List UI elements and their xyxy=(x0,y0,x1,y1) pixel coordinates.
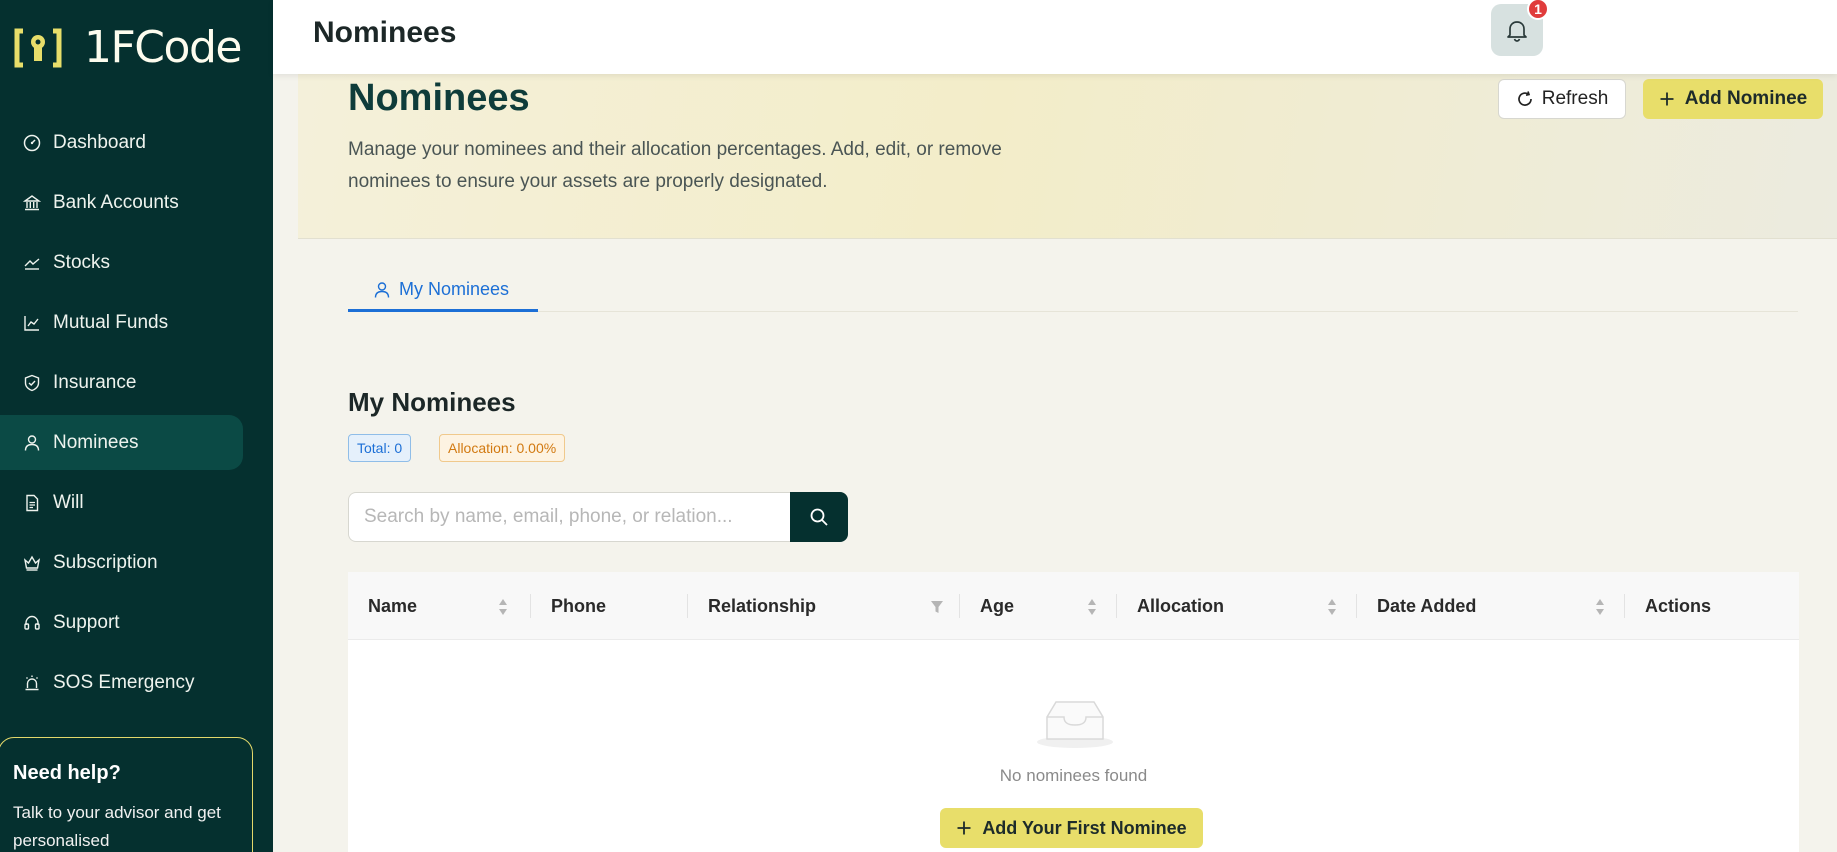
page-header: Nominees Manage your nominees and their … xyxy=(298,74,1837,239)
sidebar-item-will[interactable]: Will xyxy=(0,475,243,530)
sidebar-item-dashboard[interactable]: Dashboard xyxy=(0,115,243,170)
column-label: Relationship xyxy=(708,595,817,616)
notifications-button[interactable]: 1 xyxy=(1491,0,1549,56)
nominees-table: Name Phone Relationship Age Allocation D… xyxy=(348,572,1799,852)
sidebar-item-subscription[interactable]: Subscription xyxy=(0,535,243,590)
sidebar-item-support[interactable]: Support xyxy=(0,595,243,650)
column-label: Actions xyxy=(1645,595,1712,616)
add-nominee-button[interactable]: Add Nominee xyxy=(1643,79,1823,119)
filter-icon[interactable] xyxy=(930,600,944,614)
column-label: Date Added xyxy=(1377,595,1477,616)
column-header-allocation[interactable]: Allocation xyxy=(1117,572,1357,640)
column-header-name[interactable]: Name xyxy=(348,572,531,640)
sidebar-item-label: Stocks xyxy=(53,251,111,273)
line-chart-icon xyxy=(22,313,42,333)
plus-icon xyxy=(957,821,971,835)
search-button[interactable] xyxy=(790,492,848,542)
bell-icon xyxy=(1507,21,1527,42)
empty-inbox-icon xyxy=(1037,701,1113,748)
search-bar xyxy=(348,492,848,542)
tab-my-nominees[interactable]: My Nominees xyxy=(348,279,538,312)
sidebar-item-label: Nominees xyxy=(53,431,139,453)
document-icon xyxy=(22,493,42,513)
column-header-relationship[interactable]: Relationship xyxy=(688,572,960,640)
top-bar: Nominees 1 xyxy=(273,0,1837,74)
sidebar-item-label: Dashboard xyxy=(53,131,146,153)
help-card: Need help? Talk to your advisor and get … xyxy=(0,737,253,852)
sort-icon[interactable] xyxy=(498,598,508,616)
add-first-nominee-button[interactable]: Add Your First Nominee xyxy=(940,808,1203,848)
hero-title: Nominees xyxy=(348,77,530,119)
stock-chart-icon xyxy=(22,253,42,273)
hero-description: Manage your nominees and their allocatio… xyxy=(348,139,1002,192)
sidebar-item-insurance[interactable]: Insurance xyxy=(0,355,243,410)
sidebar-item-label: Bank Accounts xyxy=(53,191,179,213)
plus-icon xyxy=(1660,92,1674,106)
refresh-icon xyxy=(1517,91,1532,106)
refresh-label: Refresh xyxy=(1541,88,1609,109)
table-header: Name Phone Relationship Age Allocation D… xyxy=(348,572,1799,640)
allocation-badge: Allocation: 0.00% xyxy=(439,434,566,462)
column-label: Name xyxy=(368,595,418,616)
crown-icon xyxy=(22,553,42,573)
total-badge: Total: 0 xyxy=(348,434,412,462)
add-first-nominee-label: Add Your First Nominee xyxy=(982,817,1187,838)
sidebar-item-nominees[interactable]: Nominees xyxy=(0,415,243,470)
add-nominee-label: Add Nominee xyxy=(1684,88,1808,109)
user-icon xyxy=(374,282,390,298)
sort-icon[interactable] xyxy=(1595,598,1605,616)
refresh-button[interactable]: Refresh xyxy=(1498,79,1626,119)
search-input[interactable] xyxy=(348,492,791,542)
empty-state-text: No nominees found xyxy=(999,766,1148,785)
sidebar-item-bank-accounts[interactable]: Bank Accounts xyxy=(0,175,243,230)
help-title: Need help? xyxy=(13,762,121,784)
keyhole-bracket-logo-icon xyxy=(14,28,62,68)
dashboard-icon xyxy=(22,133,42,153)
brand-logo[interactable]: 1FCode xyxy=(14,22,242,73)
column-header-age[interactable]: Age xyxy=(960,572,1117,640)
sidebar-nav: Dashboard Bank Accounts Stocks Mutual Fu… xyxy=(0,115,273,715)
column-label: Phone xyxy=(551,595,607,616)
sidebar-item-label: Support xyxy=(53,611,120,633)
column-label: Age xyxy=(980,595,1015,616)
sidebar-item-label: Mutual Funds xyxy=(53,311,169,333)
sidebar: 1FCode Dashboard Bank Accounts Stocks Mu… xyxy=(0,0,273,852)
main-content: Nominees Manage your nominees and their … xyxy=(273,74,1837,852)
column-header-date-added[interactable]: Date Added xyxy=(1357,572,1625,640)
tab-bar: My Nominees xyxy=(348,279,1798,312)
tab-label: My Nominees xyxy=(399,279,510,299)
column-header-phone: Phone xyxy=(531,572,688,640)
column-label: Allocation xyxy=(1137,595,1225,616)
search-icon xyxy=(810,508,828,526)
sort-icon[interactable] xyxy=(1327,598,1337,616)
sidebar-item-stocks[interactable]: Stocks xyxy=(0,235,243,290)
page-title: Nominees xyxy=(313,16,457,49)
sidebar-item-label: Insurance xyxy=(53,371,137,393)
sidebar-item-label: Will xyxy=(53,491,84,513)
bank-icon xyxy=(22,193,42,213)
sidebar-item-sos-emergency[interactable]: SOS Emergency xyxy=(0,655,243,710)
headset-icon xyxy=(22,613,42,633)
notification-badge: 1 xyxy=(1527,0,1549,20)
sort-icon[interactable] xyxy=(1087,598,1097,616)
section-title: My Nominees xyxy=(348,387,516,417)
user-icon xyxy=(22,433,42,453)
brand-name: 1FCode xyxy=(84,22,242,73)
alarm-icon xyxy=(22,673,42,693)
help-text: Talk to your advisor and get personalise… xyxy=(13,803,221,850)
sidebar-item-mutual-funds[interactable]: Mutual Funds xyxy=(0,295,243,350)
shield-check-icon xyxy=(22,373,42,393)
sidebar-item-label: SOS Emergency xyxy=(53,671,195,693)
sidebar-item-label: Subscription xyxy=(53,551,158,573)
column-header-actions: Actions xyxy=(1625,572,1799,640)
